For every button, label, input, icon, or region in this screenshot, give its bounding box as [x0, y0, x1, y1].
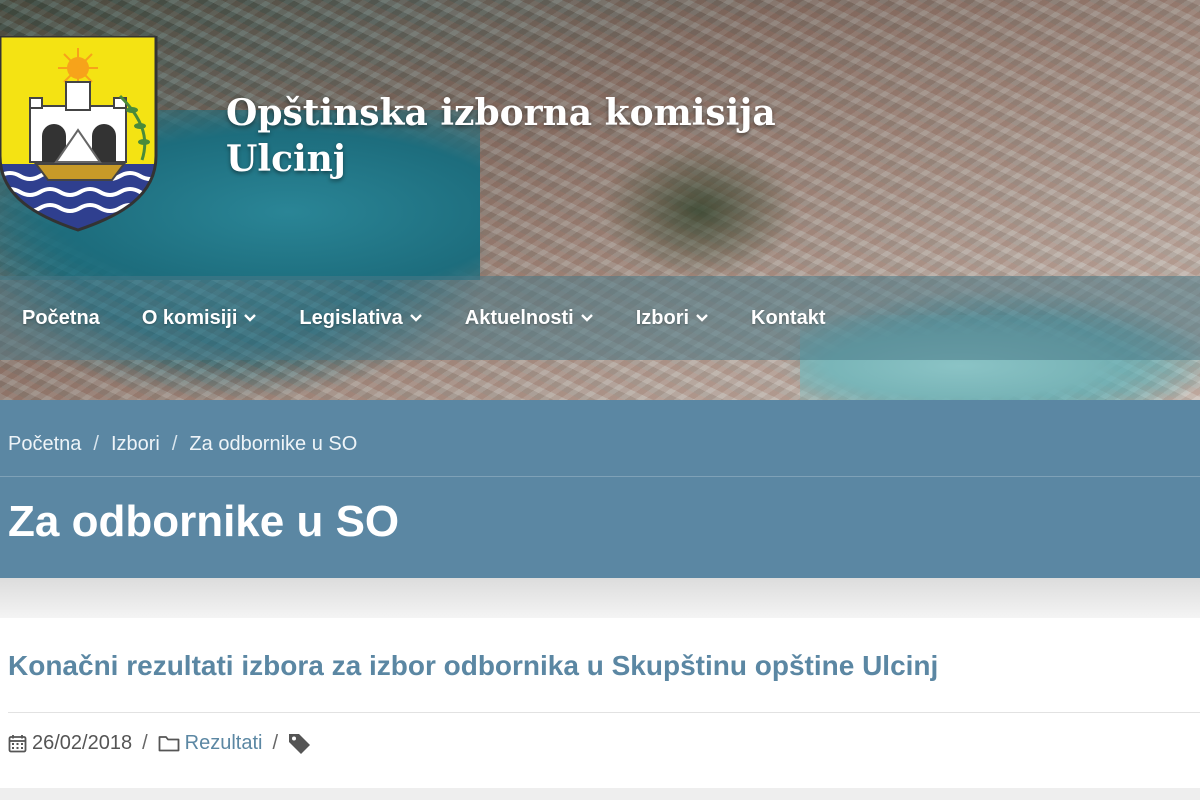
chevron-down-icon: [580, 311, 594, 325]
article-card: [0, 618, 1200, 788]
tag-icon[interactable]: [288, 732, 312, 754]
breadcrumb-link-izbori[interactable]: Izbori: [111, 433, 160, 456]
nav-item-label: O komisiji: [141, 306, 238, 329]
site-title-line2: Ulcinj: [226, 138, 346, 180]
article-divider: [8, 712, 1200, 713]
content-top-spacer: [0, 578, 1200, 618]
folder-icon: [158, 734, 180, 752]
chevron-down-icon: [695, 311, 709, 325]
meta-separator: /: [272, 731, 279, 754]
page-title: Za odbornike u SO: [8, 497, 400, 546]
article-title-link[interactable]: Konačni rezultati izbora za izbor odborn…: [8, 646, 938, 686]
page-bottom-strip: [0, 788, 1200, 800]
breadcrumb-separator: /: [171, 432, 178, 455]
nav-item-label: Kontakt: [751, 306, 826, 329]
article-category-link[interactable]: Rezultati: [185, 732, 263, 755]
article-date: 26/02/2018: [32, 731, 133, 754]
header-hero: Opštinska izborna komisija Ulcinj Početn…: [0, 0, 1200, 400]
calendar-icon: [8, 734, 27, 753]
nav-item-label: Legislativa: [299, 306, 403, 329]
site-title-line1: Opštinska izborna komisija: [226, 92, 776, 134]
nav-item-pocetna[interactable]: Početna: [22, 307, 100, 330]
nav-item-label: Aktuelnosti: [464, 306, 574, 329]
nav-item-label: Početna: [22, 306, 100, 329]
nav-item-kontakt[interactable]: Kontakt: [751, 307, 825, 330]
breadcrumb-link-home[interactable]: Početna: [8, 433, 81, 456]
nav-item-o-komisiji[interactable]: O komisiji: [142, 307, 258, 330]
nav-item-aktuelnosti[interactable]: Aktuelnosti: [465, 307, 594, 330]
site-title[interactable]: Opštinska izborna komisija Ulcinj: [226, 90, 776, 182]
chevron-down-icon: [243, 311, 257, 325]
chevron-down-icon: [409, 311, 423, 325]
site-logo[interactable]: [0, 36, 160, 232]
breadcrumb-separator: /: [93, 432, 99, 455]
nav-item-label: Izbori: [635, 306, 690, 329]
article-meta: 26/02/2018 / Rezultati /: [8, 730, 312, 756]
page-header-band: [0, 400, 1200, 578]
main-navigation: Početna O komisiji Legislativa Aktuelnos…: [0, 276, 1200, 360]
breadcrumb-current: Za odbornike u SO: [189, 432, 358, 455]
nav-item-legislativa[interactable]: Legislativa: [299, 307, 422, 330]
meta-separator: /: [142, 731, 148, 754]
breadcrumb: Početna / Izbori / Za odbornike u SO: [8, 432, 357, 456]
band-divider: [0, 476, 1200, 477]
nav-item-izbori[interactable]: Izbori: [636, 307, 709, 330]
